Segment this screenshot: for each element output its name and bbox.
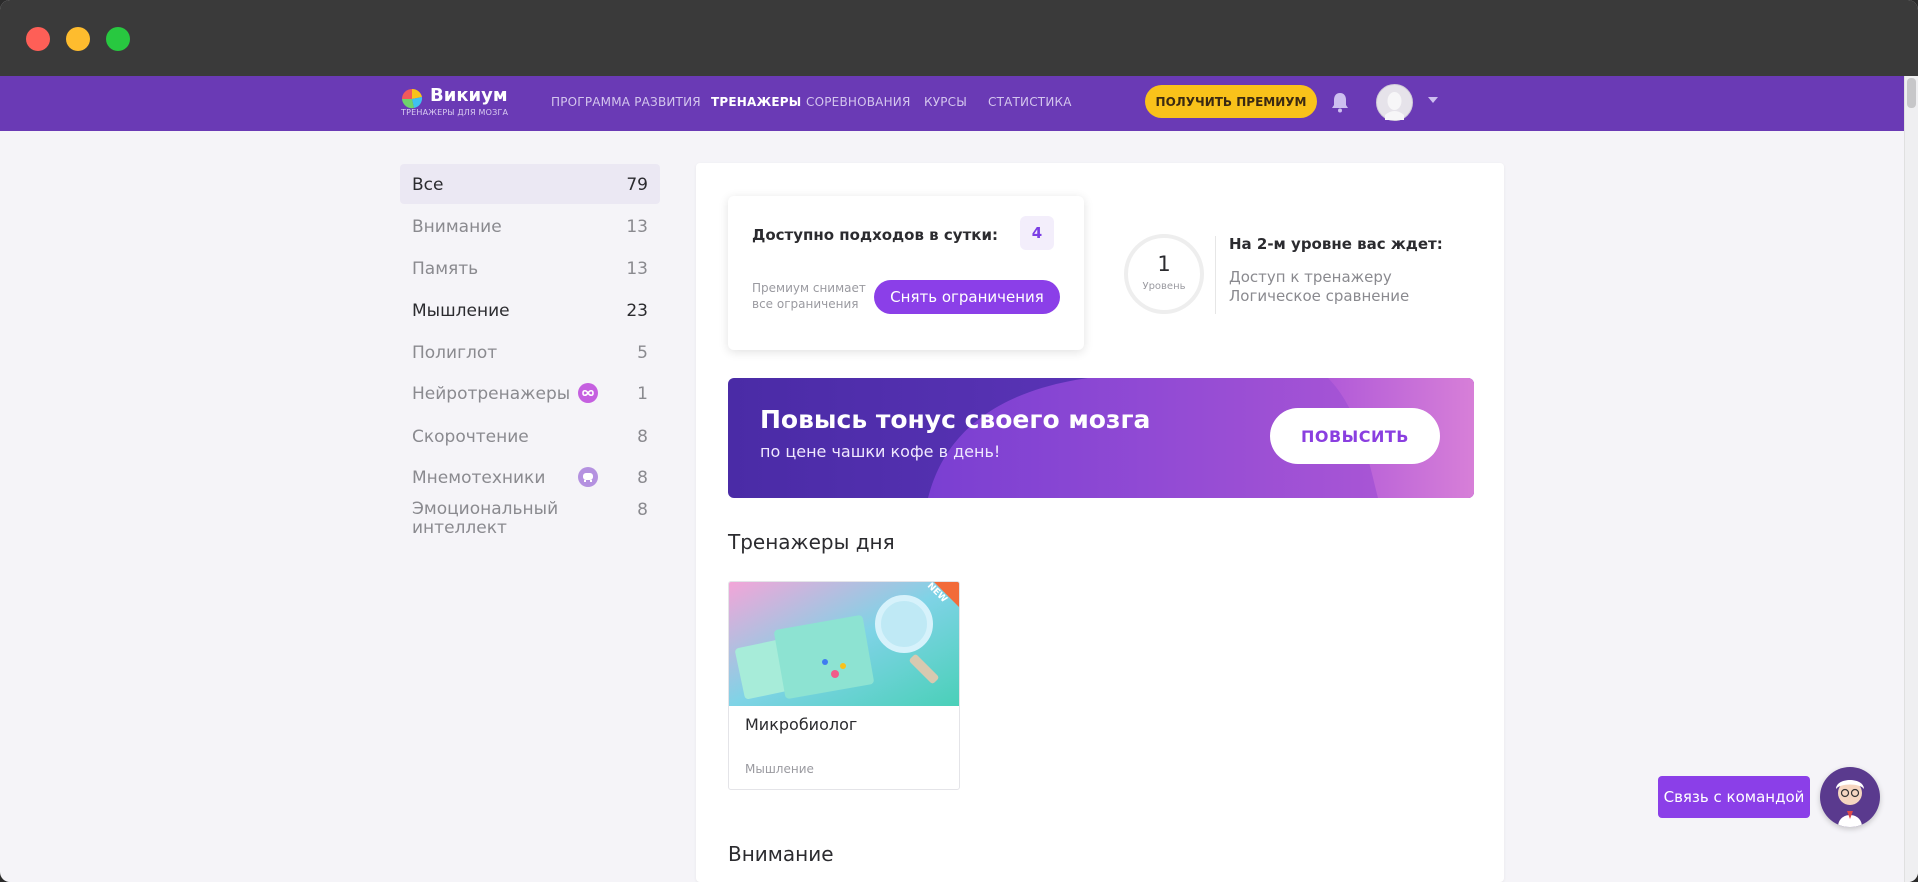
sidebar-item-count: 79: [626, 175, 648, 195]
level-word: Уровень: [1142, 281, 1186, 292]
level-indicator: 1 Уровень: [1124, 234, 1204, 314]
brain-icon: [578, 467, 598, 487]
minimize-window-button[interactable]: [66, 27, 90, 51]
sidebar-item-label: Полиглот: [412, 343, 498, 363]
divider: [1215, 236, 1216, 314]
limits-title: Доступно подходов в сутки:: [752, 226, 998, 244]
game-thumbnail: [729, 582, 959, 706]
sidebar-item-count: 13: [626, 259, 648, 279]
get-premium-button[interactable]: ПОЛУЧИТЬ ПРЕМИУМ: [1145, 85, 1317, 118]
level-number: 1: [1157, 252, 1171, 276]
nav-item-courses[interactable]: КУРСЫ: [924, 95, 967, 109]
daily-limits-card: Доступно подходов в сутки: 4 Премиум сни…: [728, 196, 1084, 350]
brain-logo-icon: [402, 88, 423, 109]
nav-item-competitions[interactable]: СОРЕВНОВАНИЯ: [806, 95, 911, 109]
contact-team-button[interactable]: Связь с командой: [1658, 776, 1810, 818]
game-name: Микробиолог: [745, 715, 858, 734]
sidebar-item-speed-reading[interactable]: Скорочтение 8: [400, 416, 660, 456]
bell-icon[interactable]: [1330, 91, 1350, 113]
nav-item-trainers[interactable]: ТРЕНАЖЕРЫ: [711, 95, 801, 109]
sidebar-item-count: 8: [637, 500, 648, 520]
sidebar-item-count: 8: [637, 468, 648, 488]
remove-limits-button[interactable]: Снять ограничения: [874, 280, 1060, 314]
sidebar-item-count: 13: [626, 217, 648, 237]
sidebar-item-label: Мышление: [412, 301, 510, 321]
sidebar-item-count: 5: [637, 343, 648, 363]
user-avatar[interactable]: [1376, 84, 1413, 121]
brand-logo[interactable]: Викиум ТРЕНАЖЕРЫ ДЛЯ МОЗГА: [400, 85, 510, 121]
scrollbar-thumb[interactable]: [1907, 78, 1916, 108]
limits-note: Премиум снимает все ограничения: [752, 281, 866, 311]
scientist-mascot-icon: [1836, 780, 1864, 827]
next-level-title: На 2-м уровне вас ждет:: [1229, 235, 1443, 253]
close-window-button[interactable]: [26, 27, 50, 51]
maximize-window-button[interactable]: [106, 27, 130, 51]
sidebar-item-label: Скорочтение: [412, 427, 529, 447]
sidebar-item-label: Эмоциональный интеллект: [412, 499, 559, 538]
page-scrollbar[interactable]: [1904, 76, 1918, 882]
section-title-attention: Внимание: [728, 842, 834, 866]
limits-count-badge: 4: [1020, 216, 1054, 250]
sidebar-item-label: Все: [412, 175, 444, 195]
sidebar-item-neurotrainers[interactable]: Нейротренажеры 1: [400, 373, 660, 413]
sidebar-item-count: 1: [637, 384, 648, 404]
sidebar-item-label: Память: [412, 259, 479, 279]
game-category: Мышление: [745, 762, 814, 776]
nav-item-program[interactable]: ПРОГРАММА РАЗВИТИЯ: [551, 95, 701, 109]
sidebar-item-label: Внимание: [412, 217, 502, 237]
section-title-day-trainers: Тренажеры дня: [728, 530, 895, 554]
upgrade-button[interactable]: ПОВЫСИТЬ: [1270, 408, 1440, 464]
sidebar-item-label: Нейротренажеры: [412, 384, 571, 404]
brand-subtitle: ТРЕНАЖЕРЫ ДЛЯ МОЗГА: [401, 108, 509, 117]
sidebar-item-memory[interactable]: Память 13: [400, 248, 660, 288]
sidebar-item-count: 8: [637, 427, 648, 447]
sidebar-item-label: Мнемотехники: [412, 468, 546, 488]
brand-title: Викиум: [430, 85, 508, 106]
next-level-reward: Логическое сравнение: [1229, 287, 1410, 305]
nav-item-statistics[interactable]: СТАТИСТИКА: [988, 95, 1072, 109]
mascot-avatar[interactable]: [1820, 767, 1880, 827]
title-bar: [0, 0, 1918, 77]
sidebar-item-attention[interactable]: Внимание 13: [400, 206, 660, 246]
infinity-icon: [578, 383, 598, 403]
premium-promo-banner[interactable]: Повысь тонус своего мозга по цене чашки …: [728, 378, 1474, 498]
game-card-microbiologist[interactable]: NEW Микробиолог Мышление: [728, 581, 960, 790]
sidebar-item-count: 23: [626, 301, 648, 321]
browser-window: Викиум ТРЕНАЖЕРЫ ДЛЯ МОЗГА ПРОГРАММА РАЗ…: [0, 0, 1918, 882]
sidebar-item-all[interactable]: Все 79: [400, 164, 660, 204]
banner-title: Повысь тонус своего мозга: [760, 405, 1151, 434]
sidebar-item-thinking[interactable]: Мышление 23: [400, 290, 660, 330]
next-level-reward: Доступ к тренажеру: [1229, 268, 1392, 286]
sidebar-item-polyglot[interactable]: Полиглот 5: [400, 332, 660, 372]
banner-subtitle: по цене чашки кофе в день!: [760, 442, 1001, 461]
chevron-down-icon[interactable]: [1428, 97, 1438, 103]
sidebar-item-emotional-intelligence[interactable]: Эмоциональный интеллект 8: [400, 499, 660, 539]
sidebar-item-mnemonics[interactable]: Мнемотехники 8: [400, 457, 660, 497]
user-silhouette-icon: [1385, 92, 1404, 120]
